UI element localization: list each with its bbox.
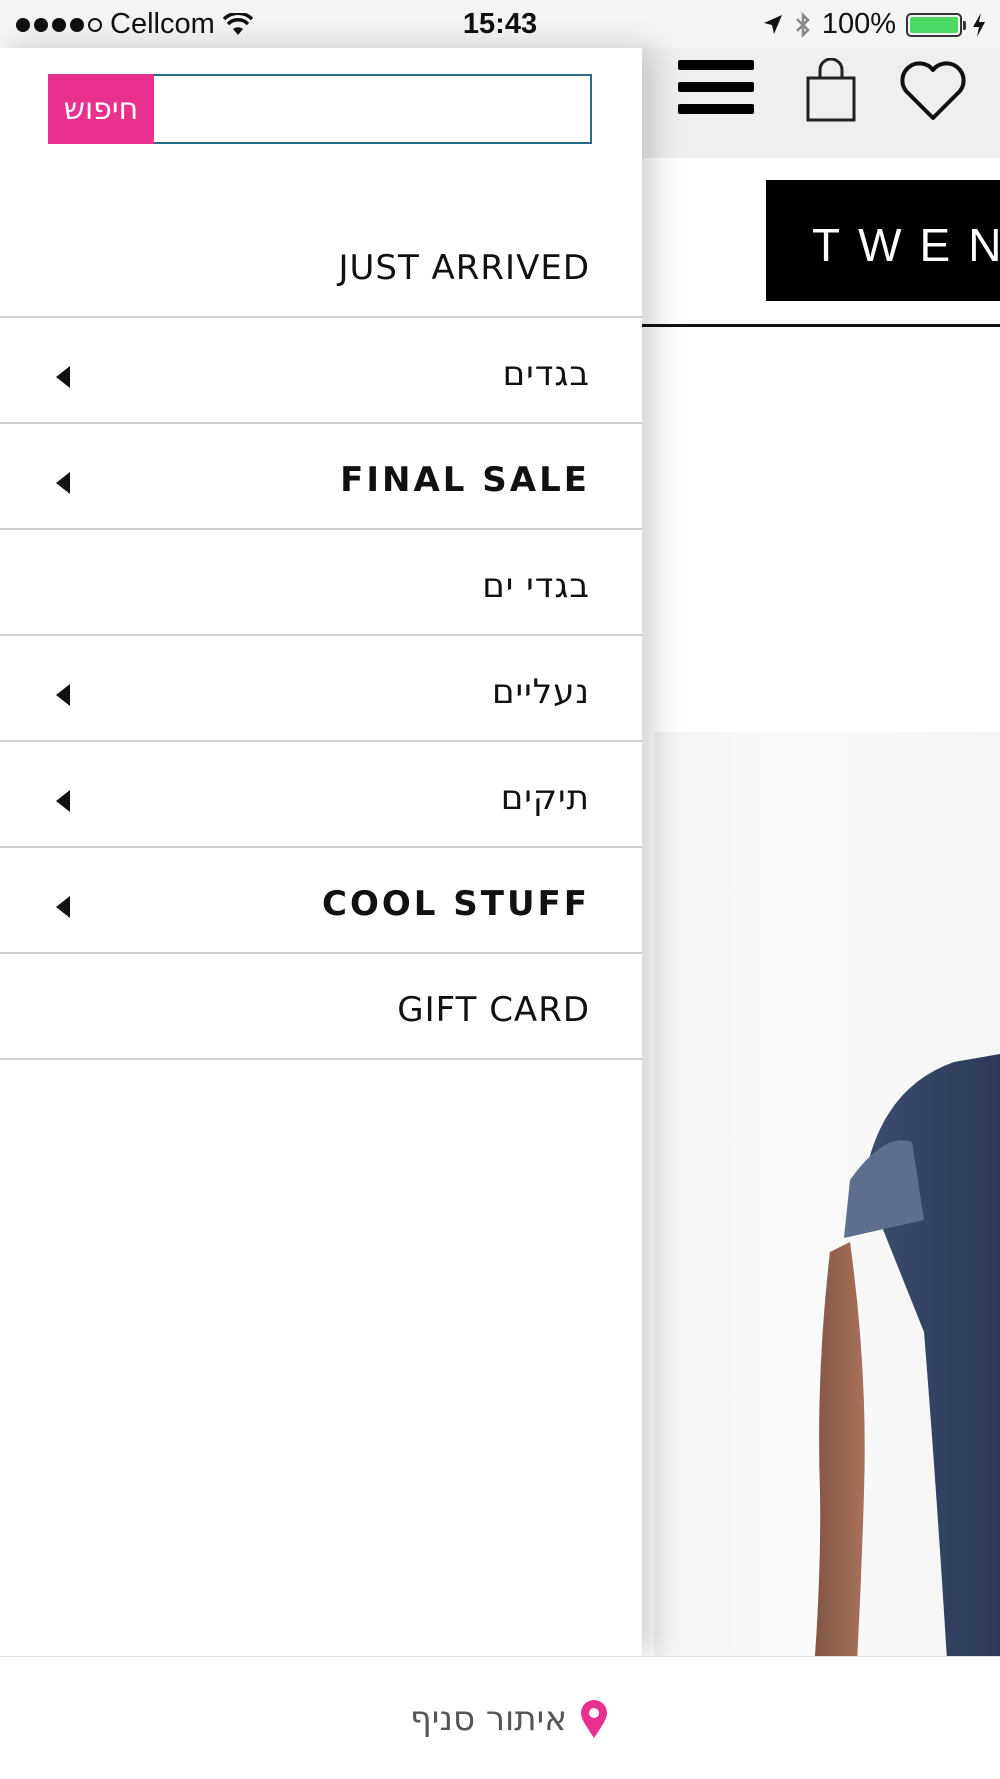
background-page: TWEN — [642, 48, 1000, 1778]
menu-item-final-sale[interactable]: FINAL SALE — [0, 424, 642, 530]
menu-item-shoes[interactable]: נעליים — [0, 636, 642, 742]
site-header — [642, 48, 1000, 158]
menu-item-cool-stuff[interactable]: COOL STUFF — [0, 848, 642, 954]
menu-item-label: FINAL SALE — [340, 460, 590, 500]
submenu-arrow-icon — [56, 684, 70, 706]
submenu-arrow-icon — [56, 472, 70, 494]
menu-item-bags[interactable]: תיקים — [0, 742, 642, 848]
location-pin-icon — [580, 1700, 607, 1738]
header-divider — [642, 324, 1000, 327]
submenu-arrow-icon — [56, 790, 70, 812]
store-locator-label: איתור סניף — [410, 1699, 567, 1739]
menu-item-label: JUST ARRIVED — [338, 248, 590, 288]
charging-bolt-icon — [973, 12, 985, 37]
side-drawer-menu: חיפוש JUST ARRIVED בגדים FINAL SALE בגדי… — [0, 48, 642, 1656]
hamburger-menu-icon[interactable] — [678, 58, 754, 122]
store-locator-link[interactable]: איתור סניף — [410, 1699, 609, 1739]
battery-percent: 100% — [821, 8, 896, 40]
bluetooth-icon — [795, 11, 810, 38]
model-photo — [804, 1054, 1000, 1778]
battery-icon — [906, 12, 966, 37]
menu-item-swimwear[interactable]: בגדי ים — [0, 530, 642, 636]
submenu-arrow-icon — [56, 896, 70, 918]
search-input[interactable] — [152, 74, 592, 144]
logo-text: TWEN — [812, 219, 1000, 271]
hero-image — [654, 732, 1000, 1778]
menu-item-label: COOL STUFF — [322, 884, 590, 924]
menu-item-just-arrived[interactable]: JUST ARRIVED — [0, 204, 642, 318]
heart-icon[interactable] — [898, 58, 968, 122]
status-right: 100% — [762, 8, 986, 41]
search-bar: חיפוש — [48, 74, 592, 144]
location-arrow-icon — [763, 14, 782, 34]
menu-item-label: בגדים — [502, 354, 590, 394]
menu-item-label: נעליים — [492, 672, 590, 712]
submenu-arrow-icon — [56, 366, 70, 388]
menu-item-clothing[interactable]: בגדים — [0, 318, 642, 424]
footer-bar: איתור סניף — [0, 1656, 1000, 1779]
shopping-bag-icon[interactable] — [804, 58, 858, 122]
brand-logo[interactable]: TWEN — [766, 180, 1000, 301]
search-button[interactable]: חיפוש — [48, 74, 154, 144]
menu-item-gift-card[interactable]: GIFT CARD — [0, 954, 642, 1060]
category-menu: JUST ARRIVED בגדים FINAL SALE בגדי ים נע… — [0, 204, 642, 1060]
menu-item-label: תיקים — [500, 778, 590, 818]
status-bar: Cellcom 15:43 100% — [0, 0, 1000, 48]
menu-item-label: GIFT CARD — [397, 990, 590, 1030]
menu-item-label: בגדי ים — [482, 566, 590, 606]
